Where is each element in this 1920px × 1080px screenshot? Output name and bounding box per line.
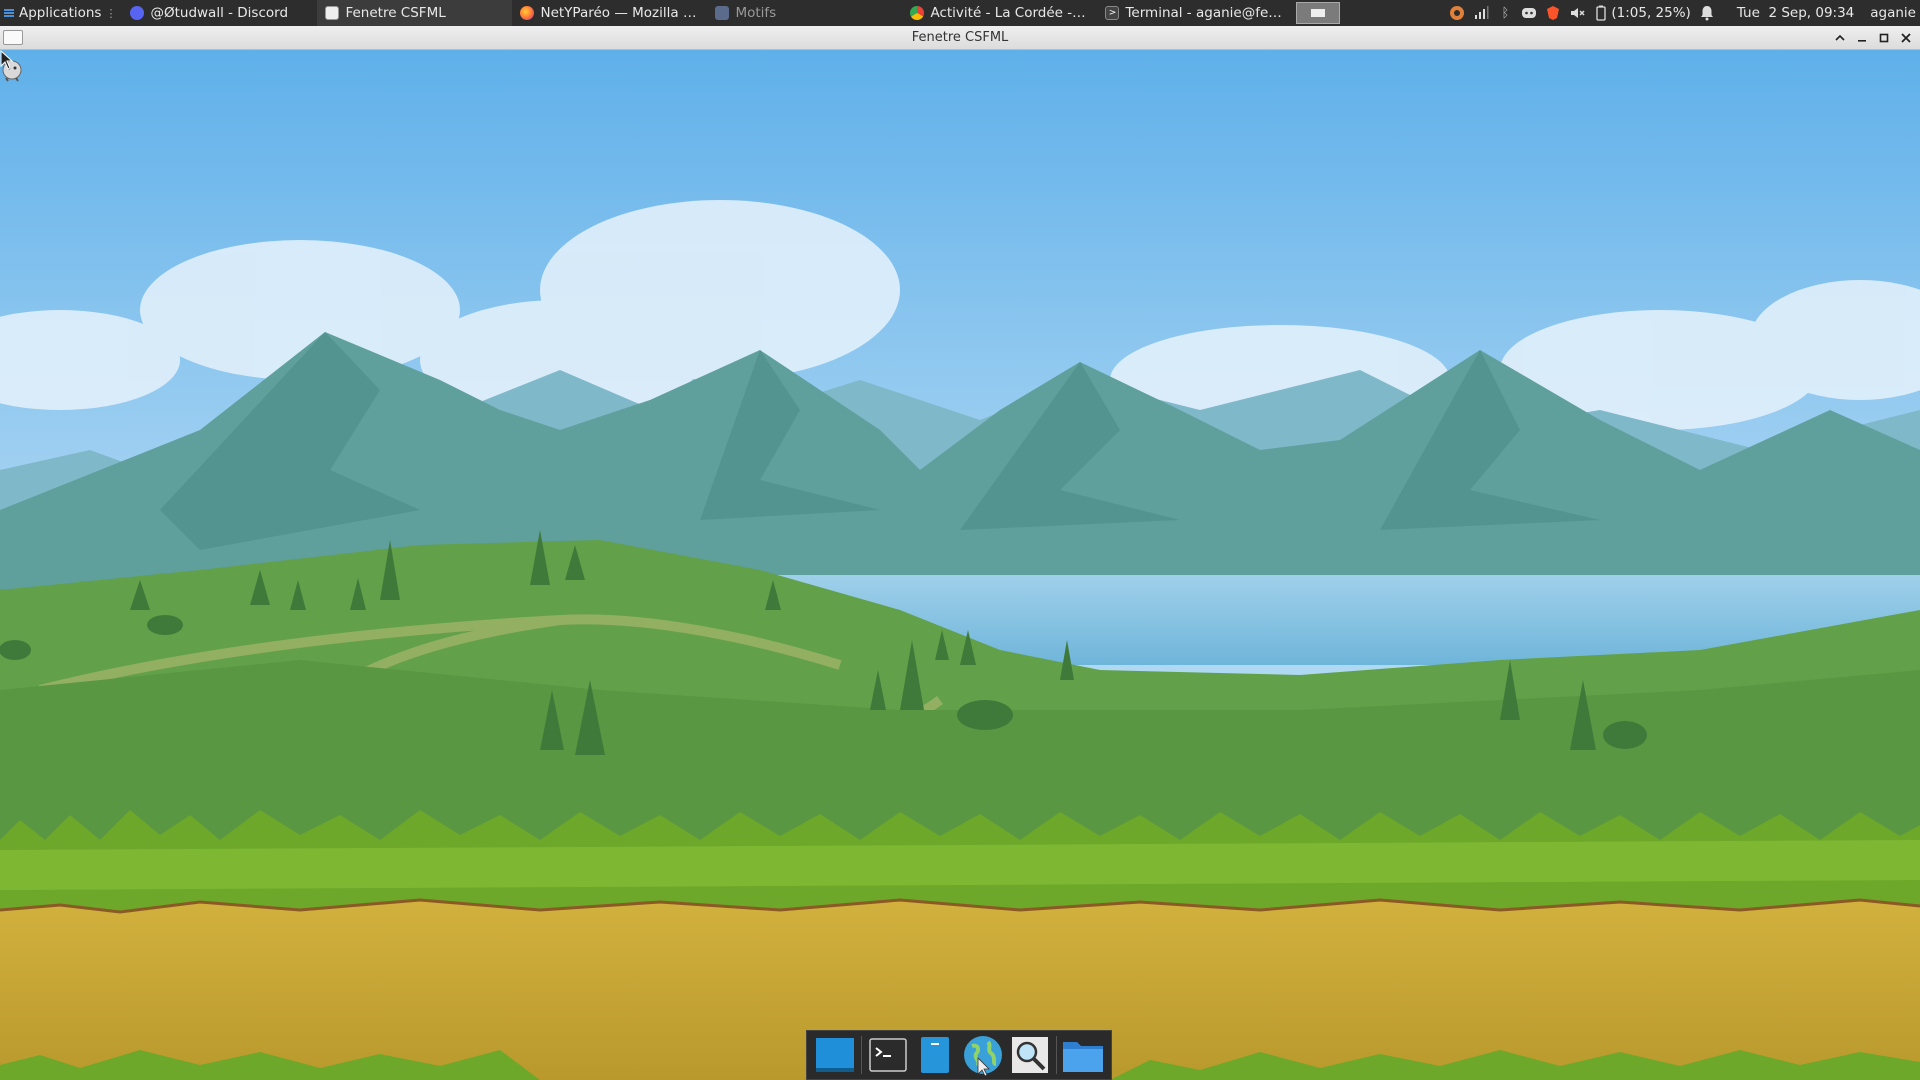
task-terminal[interactable]: > Terminal - aganie@fedor... [1097, 0, 1292, 26]
applications-label: Applications [19, 5, 102, 21]
game-canvas[interactable] [0, 50, 1920, 1080]
mouse-cursor-icon [0, 50, 14, 70]
task-label: NetYParéo — Mozilla Fire... [540, 5, 699, 21]
app-finder-icon[interactable] [1009, 1034, 1051, 1076]
window-menu-button[interactable] [3, 30, 23, 45]
window-icon [325, 6, 340, 20]
system-tray: ᛒ (1:05, 25%) Tue 2 Sep, 09:34 aganie [1449, 5, 1920, 21]
dock-separator [860, 1036, 862, 1074]
workspace-switcher[interactable] [1296, 2, 1341, 24]
update-icon[interactable] [1449, 5, 1465, 21]
task-discord[interactable]: @Øtudwall - Discord [122, 0, 317, 26]
firefox-icon [520, 6, 535, 20]
chrome-icon [910, 6, 925, 20]
task-label: Activité - La Cordée - Goo... [930, 5, 1089, 21]
window-titlebar[interactable]: Fenetre CSFML [0, 26, 1920, 50]
window-title: Fenetre CSFML [911, 30, 1009, 45]
landscape-scene [0, 50, 1920, 1080]
workspace-window-thumb [1311, 9, 1326, 17]
task-label: Motifs [735, 5, 777, 21]
shade-button[interactable] [1832, 30, 1848, 46]
task-label: Terminal - aganie@fedor... [1125, 5, 1285, 21]
volume-muted-icon[interactable] [1569, 5, 1585, 21]
applications-menu[interactable]: Applications ⋮ [0, 0, 122, 26]
close-button[interactable] [1898, 30, 1914, 46]
battery-status: (1:05, 25%) [1611, 5, 1691, 21]
bluetooth-icon[interactable]: ᛒ [1497, 5, 1513, 21]
folder-icon [715, 6, 730, 20]
notifications-bell-icon[interactable] [1699, 5, 1715, 21]
separator-dots: ⋮ [105, 6, 117, 20]
web-browser-icon[interactable] [962, 1034, 1004, 1076]
dock [806, 1030, 1112, 1080]
task-label: @Øtudwall - Discord [150, 5, 289, 21]
user-name[interactable]: aganie [1870, 5, 1916, 21]
terminal-icon[interactable] [867, 1034, 909, 1076]
folder-icon[interactable] [1062, 1034, 1104, 1076]
clock[interactable]: Tue 2 Sep, 09:34 [1737, 5, 1854, 21]
brave-icon[interactable] [1545, 5, 1561, 21]
network-signal-icon[interactable] [1473, 5, 1489, 21]
task-motifs[interactable]: Motifs [707, 0, 902, 26]
show-desktop-icon[interactable] [814, 1034, 856, 1076]
top-panel: Applications ⋮ @Øtudwall - Discord Fenet… [0, 0, 1920, 26]
task-csfml[interactable]: Fenetre CSFML [317, 0, 513, 26]
battery-icon[interactable] [1593, 5, 1609, 21]
discord-tray-icon[interactable] [1521, 5, 1537, 21]
file-manager-icon[interactable] [914, 1034, 956, 1076]
applications-menu-icon [4, 9, 14, 17]
window-controls [1832, 30, 1920, 46]
discord-icon [130, 6, 145, 20]
task-firefox[interactable]: NetYParéo — Mozilla Fire... [512, 0, 707, 26]
maximize-button[interactable] [1876, 30, 1892, 46]
task-label: Fenetre CSFML [345, 5, 446, 21]
task-chrome[interactable]: Activité - La Cordée - Goo... [902, 0, 1097, 26]
terminal-icon: > [1105, 6, 1120, 20]
dock-separator [1056, 1036, 1058, 1074]
minimize-button[interactable] [1854, 30, 1870, 46]
